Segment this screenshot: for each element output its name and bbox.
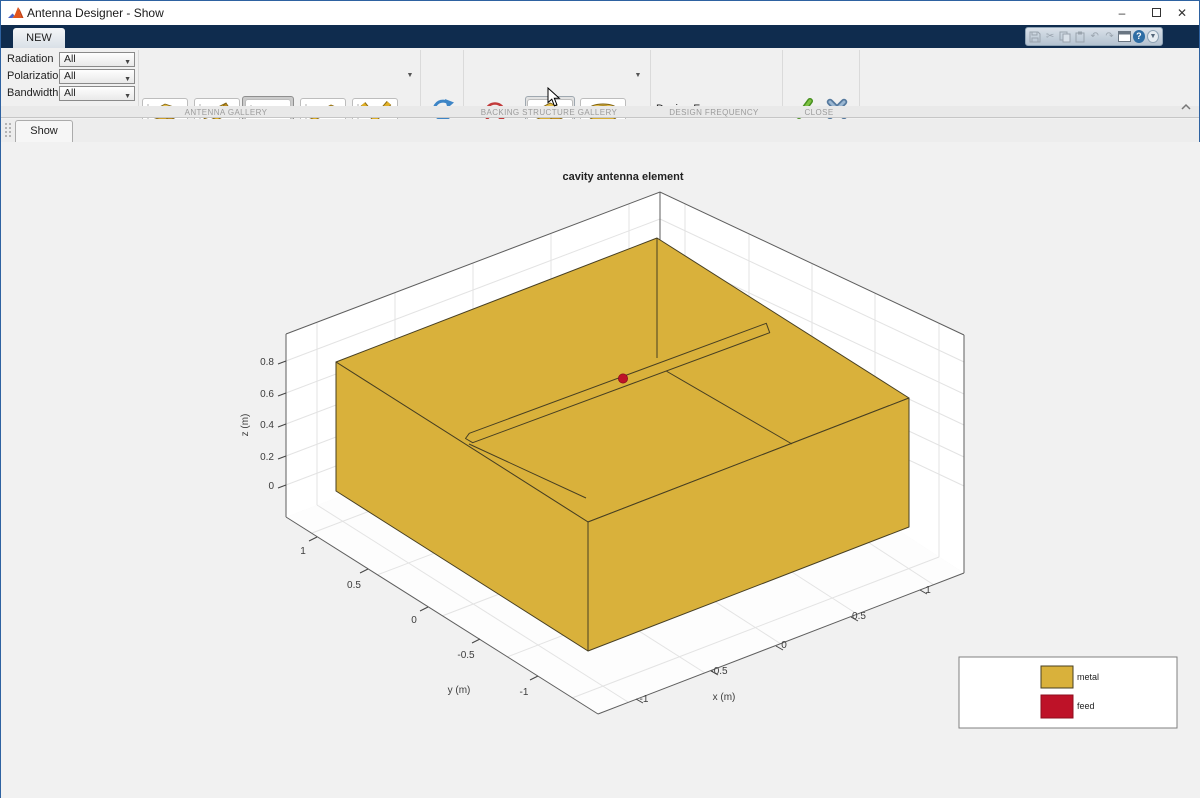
svg-text:1: 1 xyxy=(925,585,931,596)
antenna-gallery-expand-icon[interactable]: ▼ xyxy=(403,67,417,85)
svg-text:0: 0 xyxy=(268,481,274,492)
svg-text:0.5: 0.5 xyxy=(347,580,361,591)
ribbon-toolbar: Radiation Polarization Bandwidth All ▼ Al… xyxy=(1,48,1199,152)
minimize-button[interactable]: – xyxy=(1107,4,1137,22)
document-tab-bar: Show xyxy=(1,119,1199,142)
legend-label-feed: feed xyxy=(1077,701,1095,711)
radiation-select[interactable]: All ▼ xyxy=(59,52,135,67)
title-bar: Antenna Designer - Show – ✕ xyxy=(1,1,1199,25)
bandwidth-label: Bandwidth xyxy=(7,87,59,99)
redo-icon[interactable]: ↷ xyxy=(1103,30,1116,44)
section-design-frequency: DESIGN FREQUENCY xyxy=(669,108,759,117)
ribbon-tab-bar: NEW ✂ ↶ ↷ ? ▼ xyxy=(1,25,1199,48)
x-axis-label: x (m) xyxy=(713,692,736,703)
window-title: Antenna Designer - Show xyxy=(27,6,164,20)
backing-gallery-expand-icon[interactable]: ▼ xyxy=(631,67,645,85)
legend-label-metal: metal xyxy=(1077,672,1099,682)
section-backing-gallery: BACKING STRUCTURE GALLERY xyxy=(480,108,618,117)
tab-show[interactable]: Show xyxy=(15,120,73,142)
svg-text:0.5: 0.5 xyxy=(852,611,866,622)
quickbar-menu-icon[interactable]: ▼ xyxy=(1146,30,1159,43)
cavity-plot: 0.8 0.6 0.4 0.2 0 1 0.5 0 -0.5 -1 -1 -0.… xyxy=(240,171,1178,729)
ribbon-tab-new[interactable]: NEW xyxy=(13,28,65,48)
y-axis-label: y (m) xyxy=(448,685,471,696)
svg-text:0.2: 0.2 xyxy=(260,452,274,463)
close-button[interactable]: ✕ xyxy=(1167,4,1197,22)
section-antenna-gallery: ANTENNA GALLERY xyxy=(184,108,268,117)
paste-icon[interactable] xyxy=(1073,30,1086,44)
quick-access-toolbar: ✂ ↶ ↷ ? ▼ xyxy=(1025,27,1163,46)
legend-swatch-metal xyxy=(1040,665,1074,689)
cut-icon[interactable]: ✂ xyxy=(1044,30,1057,44)
svg-text:-0.5: -0.5 xyxy=(710,666,728,677)
save-icon[interactable] xyxy=(1029,30,1042,44)
svg-text:0: 0 xyxy=(411,615,417,626)
svg-text:0.8: 0.8 xyxy=(260,357,274,368)
svg-text:0: 0 xyxy=(781,640,787,651)
svg-text:0.4: 0.4 xyxy=(260,420,274,431)
ribbon-collapse-icon[interactable] xyxy=(1179,101,1193,113)
plot-legend[interactable]: metal feed xyxy=(958,656,1178,729)
svg-text:-1: -1 xyxy=(520,687,529,698)
legend-swatch-feed xyxy=(1040,694,1074,719)
svg-text:-0.5: -0.5 xyxy=(457,650,475,661)
polarization-label: Polarization xyxy=(7,70,65,82)
plot-title: cavity antenna element xyxy=(562,171,683,183)
help-icon[interactable]: ? xyxy=(1132,30,1145,43)
svg-text:-1: -1 xyxy=(640,694,649,705)
z-axis-label: z (m) xyxy=(240,414,251,437)
bandwidth-select[interactable]: All ▼ xyxy=(59,86,135,101)
layout-icon[interactable] xyxy=(1117,30,1131,44)
section-close: CLOSE xyxy=(804,108,834,117)
radiation-label: Radiation xyxy=(7,53,54,65)
app-window: Antenna Designer - Show – ✕ NEW ✂ ↶ ↷ ? … xyxy=(0,0,1200,798)
feed-point xyxy=(618,373,629,384)
mouse-cursor xyxy=(547,87,561,107)
figure-canvas[interactable]: 0.8 0.6 0.4 0.2 0 1 0.5 0 -0.5 -1 -1 -0.… xyxy=(1,142,1200,798)
svg-text:1: 1 xyxy=(300,546,306,557)
tab-grip-handle[interactable] xyxy=(4,122,12,139)
copy-icon[interactable] xyxy=(1059,30,1072,44)
svg-text:0.6: 0.6 xyxy=(260,389,274,400)
matlab-logo-icon xyxy=(8,7,24,18)
undo-icon[interactable]: ↶ xyxy=(1088,30,1101,44)
polarization-select[interactable]: All ▼ xyxy=(59,69,135,84)
